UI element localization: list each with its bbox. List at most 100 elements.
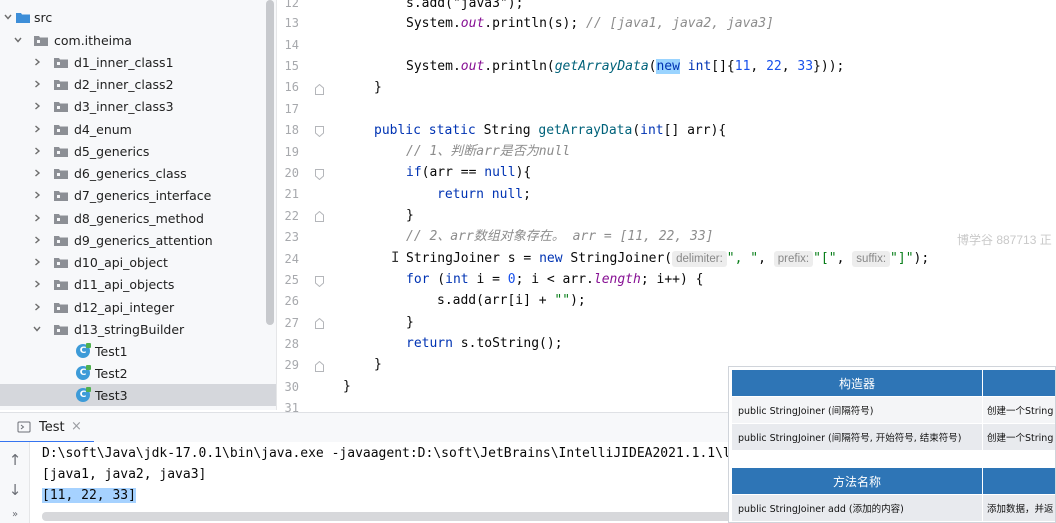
java-class-icon: C xyxy=(76,343,91,358)
chevron-right-icon[interactable] xyxy=(31,167,43,179)
tree-item-folder[interactable]: d4_enum xyxy=(0,118,276,140)
code-line: } xyxy=(374,357,382,372)
tree-item-folder[interactable]: d11_api_objects xyxy=(0,273,276,295)
code-line: s.add("java3"); xyxy=(406,0,524,11)
arrow-up-icon[interactable]: ↑ xyxy=(7,451,23,469)
package-icon xyxy=(54,79,68,90)
line-number: 19 xyxy=(284,145,299,159)
table-cell: public StringJoiner (间隔符号, 开始符号, 结束符号) xyxy=(732,424,982,450)
close-icon[interactable]: × xyxy=(71,419,82,434)
fold-start-icon[interactable] xyxy=(315,126,324,137)
chevron-right-icon[interactable] xyxy=(31,234,43,246)
chevron-right-icon[interactable] xyxy=(31,256,43,268)
package-icon xyxy=(54,124,68,135)
package-icon xyxy=(54,168,68,179)
tree-item-class-selected[interactable]: C Test3 xyxy=(0,384,276,406)
parameter-hint: delimiter: xyxy=(672,251,727,267)
line-number: 20 xyxy=(284,166,299,180)
code-line: } xyxy=(343,379,351,394)
line-number: 16 xyxy=(284,80,299,94)
editor-gutter: 12 13 14 15 16 17 18 19 20 21 22 23 24 2… xyxy=(277,0,335,415)
code-line: s.add(arr[i] + ""); xyxy=(437,293,586,308)
table-header-cell xyxy=(983,468,1055,494)
package-icon xyxy=(54,101,68,112)
code-line: for (int i = 0; i < arr.length; i++) { xyxy=(406,272,704,287)
chevron-right-icon[interactable] xyxy=(31,100,43,112)
line-number: 22 xyxy=(284,209,299,223)
tree-item-label: d8_generics_method xyxy=(74,210,204,226)
tree-item-folder[interactable]: d6_generics_class xyxy=(0,162,276,184)
parameter-hint: prefix: xyxy=(773,251,814,267)
console-horizontal-scrollbar[interactable] xyxy=(42,512,742,521)
package-icon xyxy=(54,324,68,335)
source-folder-icon xyxy=(16,12,30,23)
fold-end-icon[interactable] xyxy=(315,84,324,95)
tree-item-folder[interactable]: d10_api_object xyxy=(0,251,276,273)
more-icon[interactable]: » xyxy=(7,506,23,522)
selected-output: [11, 22, 33] xyxy=(42,488,136,503)
tree-item-label: Test2 xyxy=(95,365,128,381)
tree-item-label: d5_generics xyxy=(74,143,150,159)
chevron-right-icon[interactable] xyxy=(31,301,43,313)
java-class-icon: C xyxy=(76,387,91,402)
tree-item-label: Test3 xyxy=(95,387,128,403)
table-cell: public StringJoiner add (添加的内容) xyxy=(732,495,982,521)
code-line: public static String getArrayData(int[] … xyxy=(374,123,727,138)
tree-item-label: d9_generics_attention xyxy=(74,232,213,248)
fold-end-icon[interactable] xyxy=(315,211,324,222)
tree-item-folder[interactable]: d12_api_integer xyxy=(0,296,276,318)
fold-end-icon[interactable] xyxy=(315,361,324,372)
tree-item-folder[interactable]: d7_generics_interface xyxy=(0,184,276,206)
tree-item-folder[interactable]: d1_inner_class1 xyxy=(0,51,276,73)
tab-run-test[interactable]: Test × xyxy=(0,413,94,443)
tree-item-folder[interactable]: d9_generics_attention xyxy=(0,229,276,251)
tree-item-folder[interactable]: d2_inner_class2 xyxy=(0,73,276,95)
tree-item-folder[interactable]: d5_generics xyxy=(0,140,276,162)
chevron-right-icon[interactable] xyxy=(31,145,43,157)
project-tree: src com.itheima d1_inner_class1 d2_inner… xyxy=(0,0,277,410)
chevron-right-icon[interactable] xyxy=(31,123,43,135)
line-number: 24 xyxy=(284,252,299,266)
chevron-down-icon[interactable] xyxy=(2,11,14,23)
chevron-down-icon[interactable] xyxy=(31,323,43,335)
fold-end-icon[interactable] xyxy=(315,318,324,329)
chevron-right-icon[interactable] xyxy=(31,78,43,90)
line-number: 27 xyxy=(284,316,299,330)
tree-item-class[interactable]: C Test2 xyxy=(0,362,276,384)
line-number: 23 xyxy=(284,230,299,244)
package-icon xyxy=(54,190,68,201)
arrow-down-icon[interactable]: ↓ xyxy=(7,481,23,499)
chevron-right-icon[interactable] xyxy=(31,212,43,224)
code-line: } xyxy=(406,208,414,223)
chevron-right-icon[interactable] xyxy=(31,278,43,290)
tree-item-folder[interactable]: d3_inner_class3 xyxy=(0,95,276,117)
package-icon xyxy=(54,235,68,246)
code-editor[interactable]: s.add("java3"); System.out.println(s); /… xyxy=(335,0,1056,410)
tree-item-src[interactable]: src xyxy=(0,6,276,28)
chevron-down-icon[interactable] xyxy=(12,34,24,46)
tree-item-label: d2_inner_class2 xyxy=(74,76,174,92)
console-output-line: [java1, java2, java3] xyxy=(42,467,207,482)
tree-item-package[interactable]: com.itheima xyxy=(0,29,276,51)
chevron-right-icon[interactable] xyxy=(31,56,43,68)
chevron-right-icon[interactable] xyxy=(31,189,43,201)
line-number: 18 xyxy=(284,123,299,137)
package-icon xyxy=(54,302,68,313)
tree-item-folder[interactable]: d8_generics_method xyxy=(0,207,276,229)
package-icon xyxy=(54,279,68,290)
fold-start-icon[interactable] xyxy=(315,169,324,180)
tree-item-label: d3_inner_class3 xyxy=(74,98,174,114)
tree-item-folder-open[interactable]: d13_stringBuilder xyxy=(0,318,276,340)
fold-start-icon[interactable] xyxy=(315,276,324,287)
table-cell: public StringJoiner (间隔符号) xyxy=(732,397,982,423)
table-cell: 创建一个String xyxy=(983,397,1055,423)
text-cursor-icon: I xyxy=(391,250,400,266)
tree-item-label: d10_api_object xyxy=(74,254,168,270)
tree-item-class[interactable]: C Test1 xyxy=(0,340,276,362)
watermark: 博学谷 887713 正 xyxy=(957,233,1052,247)
tree-scrollbar[interactable] xyxy=(266,0,274,325)
parameter-hint: suffix: xyxy=(852,251,891,267)
table-cell: 创建一个String xyxy=(983,424,1055,450)
package-icon xyxy=(54,257,68,268)
line-number: 15 xyxy=(284,59,299,73)
